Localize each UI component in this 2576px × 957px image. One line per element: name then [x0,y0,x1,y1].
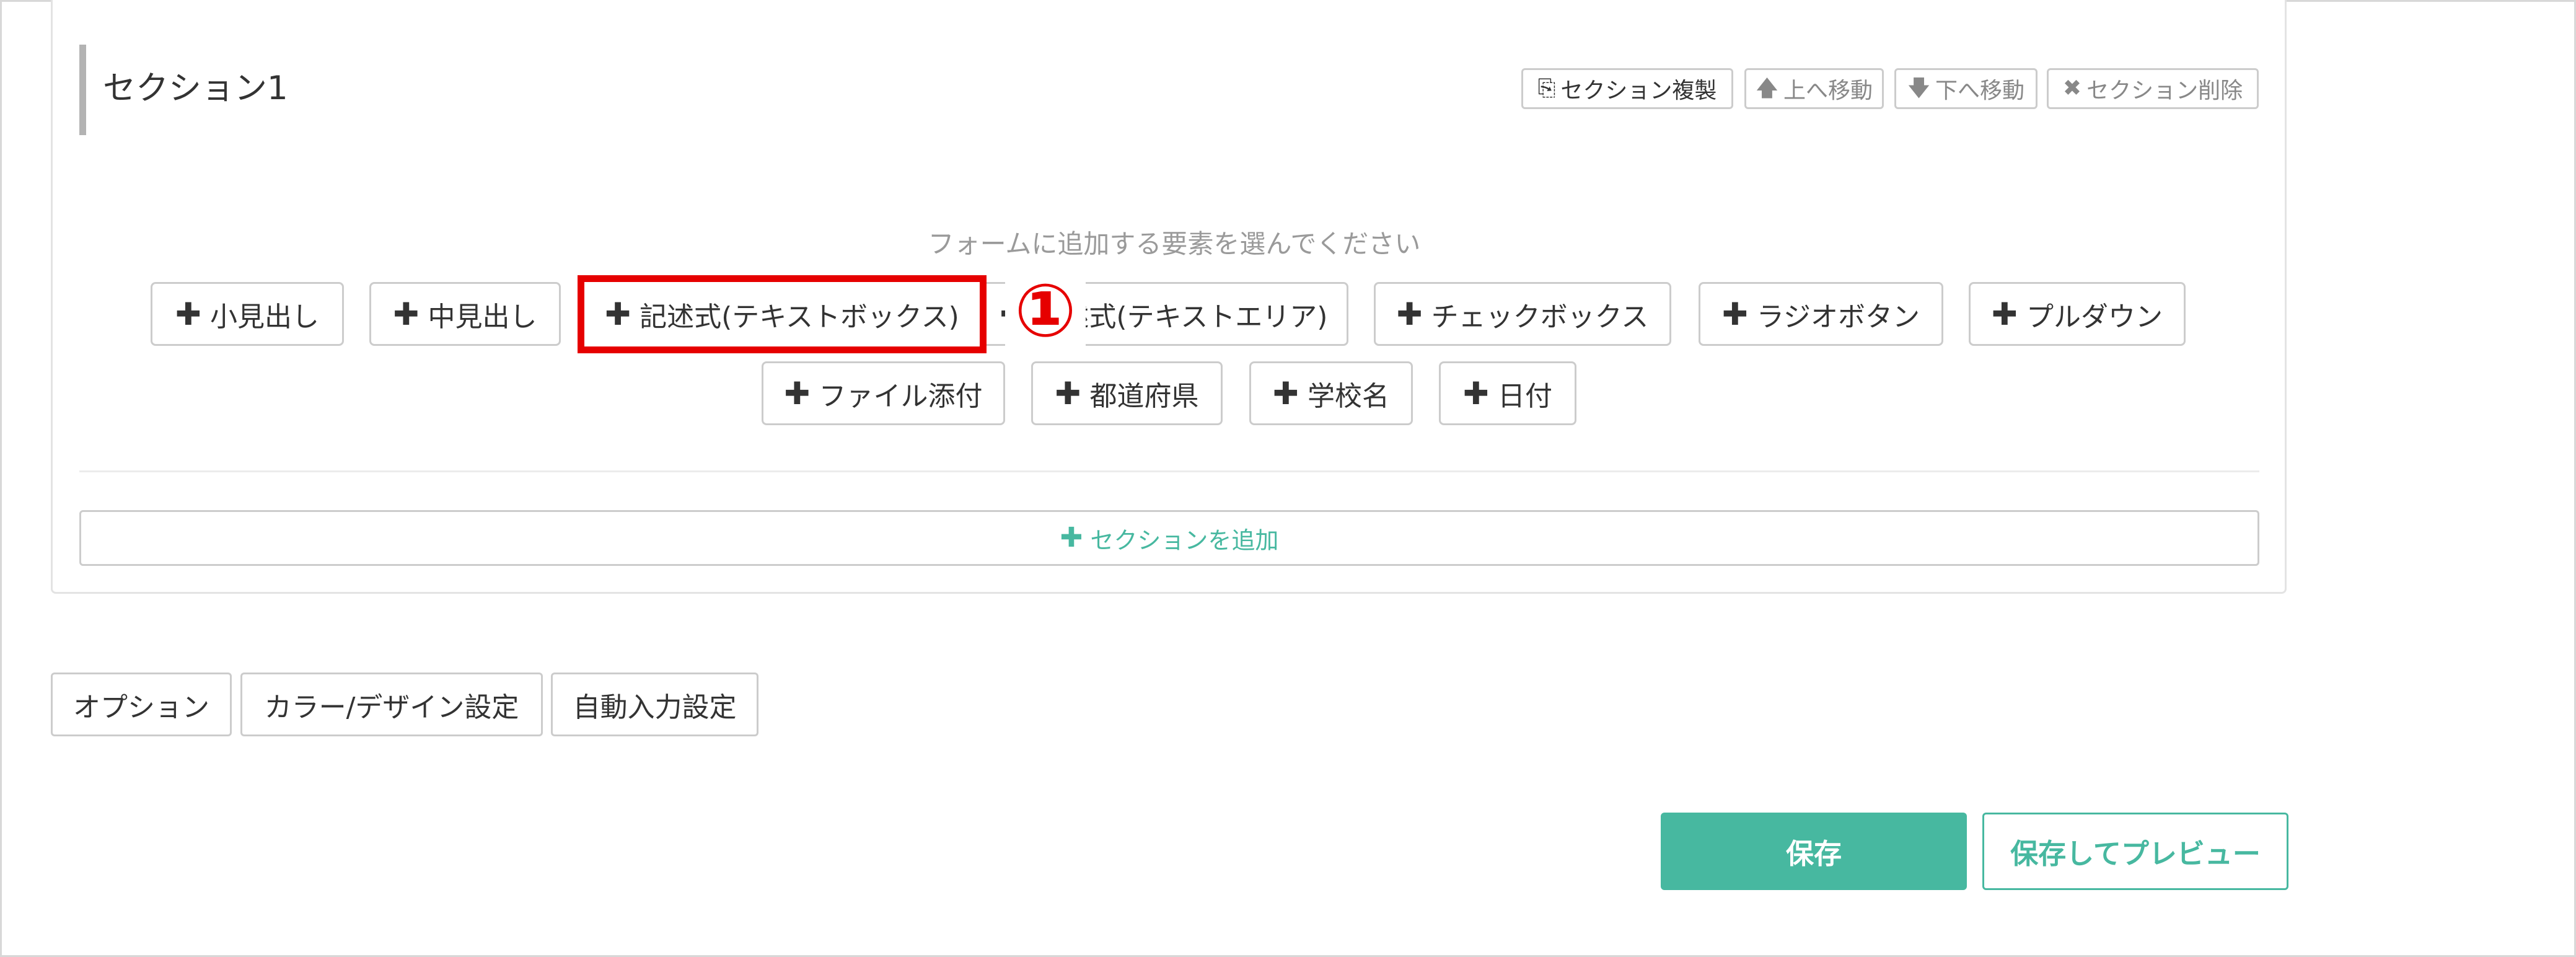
add-textbox-label: 記述式(テキストボックス) [640,301,959,333]
add-textbox-button[interactable]: ✚ 記述式(テキストボックス) [578,275,987,353]
add-prefecture-label: 都道府県 [1089,380,1199,412]
color-design-settings-label: カラー/デザイン設定 [264,691,519,723]
plus-icon: ✚ [605,296,631,332]
duplicate-section-label: セクション複製 [1560,78,1717,104]
options-button[interactable]: オプション [51,673,232,736]
section-divider [79,470,2259,472]
add-date-button[interactable]: ✚ 日付 [1439,361,1576,425]
add-prefecture-button[interactable]: ✚ 都道府県 [1031,361,1223,425]
plus-icon: ✚ [1463,375,1489,412]
plus-icon: ✚ [1992,296,2018,332]
save-button[interactable]: 保存 [1661,813,1967,890]
add-file-attachment-label: ファイル添付 [819,380,983,412]
duplicate-section-button[interactable]: ⎘ セクション複製 [1521,68,1733,109]
add-radio-button[interactable]: ✚ ラジオボタン [1699,282,1943,346]
delete-section-button[interactable]: ✖ セクション削除 [2047,68,2259,109]
add-small-heading-label: 小見出し [209,301,319,333]
arrow-down-icon: 🡇 [1907,76,1930,101]
add-small-heading-button[interactable]: ✚ 小見出し [151,282,344,346]
plus-icon: ✚ [1396,296,1423,332]
clipboard-icon: ⎘ [1537,76,1556,101]
plus-icon: ✚ [1721,296,1748,332]
save-and-preview-button[interactable]: 保存してプレビュー [1982,813,2288,890]
arrow-up-icon: 🡅 [1755,76,1778,101]
add-radio-label: ラジオボタン [1756,301,1920,333]
add-section-label: セクションを追加 [1090,526,1279,554]
plus-icon: ✚ [175,296,201,332]
add-pulldown-label: プルダウン [2026,301,2163,333]
add-school-name-button[interactable]: ✚ 学校名 [1249,361,1413,425]
add-medium-heading-button[interactable]: ✚ 中見出し [369,282,561,346]
add-medium-heading-label: 中見出し [428,301,537,333]
add-school-name-label: 学校名 [1307,380,1389,412]
add-date-label: 日付 [1497,380,1552,412]
move-up-button[interactable]: 🡅 上へ移動 [1744,68,1884,109]
add-checkbox-label: チェックボックス [1431,301,1649,333]
plus-icon: ✚ [1055,375,1081,412]
move-down-label: 下へ移動 [1935,78,2025,104]
section-title: セクション1 [103,69,288,107]
move-down-button[interactable]: 🡇 下へ移動 [1894,68,2038,109]
add-element-hint: フォームに追加する要素を選んでください [928,229,1421,259]
close-icon: ✖ [2062,76,2082,101]
plus-icon: ✚ [393,296,420,332]
auto-input-settings-button[interactable]: 自動入力設定 [551,673,758,736]
add-pulldown-button[interactable]: ✚ プルダウン [1969,282,2186,346]
section-accent-bar [79,45,86,135]
plus-icon: ✚ [1273,375,1299,412]
plus-icon: ✚ [784,375,811,412]
add-checkbox-button[interactable]: ✚ チェックボックス [1374,282,1671,346]
move-up-label: 上へ移動 [1783,78,1873,104]
delete-section-label: セクション削除 [2086,78,2243,104]
color-design-settings-button[interactable]: カラー/デザイン設定 [240,673,543,736]
plus-icon: ✚ [1060,522,1083,553]
add-section-button[interactable]: ✚ セクションを追加 [79,510,2259,566]
auto-input-settings-label: 自動入力設定 [573,691,737,723]
options-label: オプション [73,691,209,723]
add-file-attachment-button[interactable]: ✚ ファイル添付 [762,361,1005,425]
annotation-marker: ① [1005,270,1086,351]
